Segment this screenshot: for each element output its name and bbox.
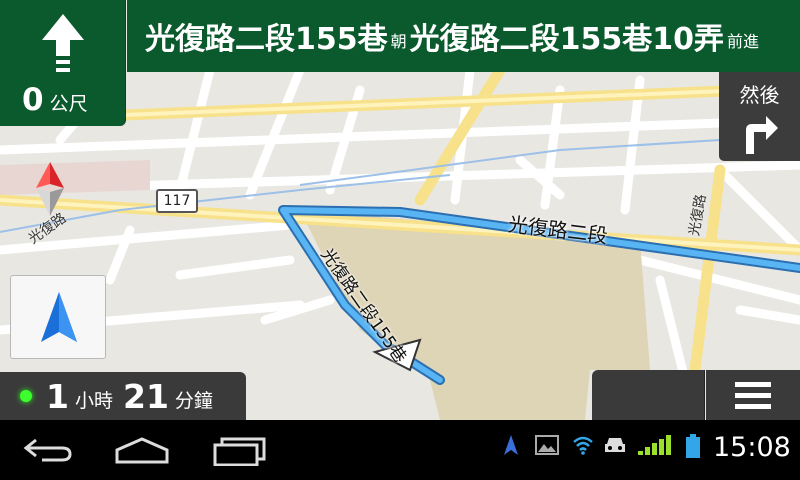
straight-arrow-icon bbox=[42, 14, 84, 72]
eta-hours: 1 bbox=[46, 376, 69, 416]
car-mode-icon bbox=[605, 438, 625, 452]
eta-panel[interactable]: 1 小時 21 分鐘 bbox=[0, 372, 246, 420]
image-icon bbox=[535, 435, 559, 455]
wifi-icon bbox=[573, 436, 593, 455]
compass-icon[interactable] bbox=[34, 160, 66, 218]
system-bar bbox=[0, 420, 800, 480]
next-turn-label: 然後 bbox=[739, 83, 780, 107]
distance-value: 0 bbox=[22, 82, 44, 118]
back-icon[interactable] bbox=[22, 436, 74, 464]
connector-text: 朝 bbox=[390, 32, 407, 51]
navigation-arrow-icon bbox=[41, 292, 77, 342]
street-from: 光復路二段155巷 bbox=[145, 22, 388, 57]
battery-icon bbox=[686, 434, 700, 458]
recent-apps-icon[interactable] bbox=[212, 436, 268, 466]
eta-minutes: 21 bbox=[122, 376, 169, 416]
gps-status-dot bbox=[20, 390, 32, 402]
menu-button[interactable] bbox=[706, 370, 800, 420]
route-options-button[interactable] bbox=[592, 370, 705, 420]
menu-icon bbox=[735, 382, 771, 409]
turn-right-icon bbox=[745, 116, 778, 154]
distance-unit: 公尺 bbox=[49, 93, 88, 115]
navigation-status-icon bbox=[504, 435, 518, 455]
distance-readout: 0 公尺 bbox=[22, 82, 88, 118]
instruction-bar[interactable]: 光復路二段155巷 朝 光復路二段155巷10弄 前進 bbox=[127, 0, 800, 72]
recenter-button[interactable] bbox=[10, 275, 106, 359]
street-to: 光復路二段155巷10弄 bbox=[409, 22, 725, 57]
route-shield: 117 bbox=[156, 189, 198, 213]
eta-minutes-unit: 分鐘 bbox=[174, 389, 213, 412]
home-icon[interactable] bbox=[113, 436, 171, 466]
next-turn-panel[interactable]: 然後 bbox=[719, 72, 800, 161]
suffix-text: 前進 bbox=[727, 32, 760, 51]
maneuver-panel[interactable]: 0 公尺 bbox=[0, 0, 126, 126]
clock: 15:08 bbox=[713, 432, 791, 463]
signal-strength-icon bbox=[638, 435, 671, 455]
eta-hours-unit: 小時 bbox=[74, 389, 113, 412]
